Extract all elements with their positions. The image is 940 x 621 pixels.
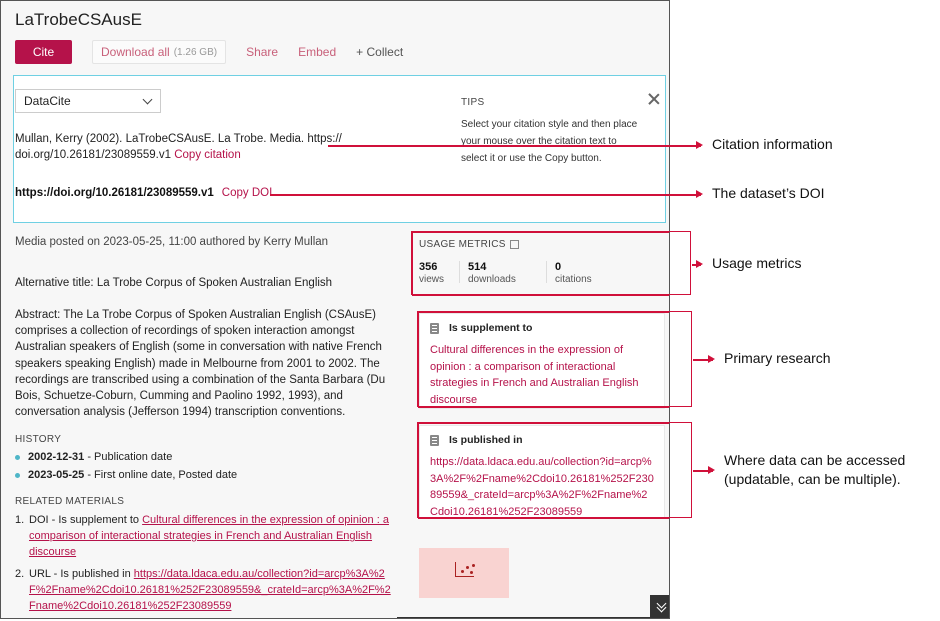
download-all-button[interactable]: Download all (1.26 GB): [92, 40, 227, 64]
related-number: 2.: [15, 568, 25, 580]
copy-citation-link[interactable]: Copy citation: [174, 149, 240, 161]
annotation-doi: The dataset’s DOI: [712, 185, 825, 201]
chevron-down-icon: [142, 94, 153, 105]
annotation-access-line1: Where data can be accessed: [724, 452, 906, 468]
history-label: - Publication date: [84, 451, 173, 463]
embed-link[interactable]: Embed: [298, 45, 336, 59]
annotation-primary: Primary research: [724, 350, 831, 366]
tips-heading: TIPS: [461, 97, 485, 108]
history-date: 2002-12-31: [28, 451, 85, 463]
bullet-icon: [15, 454, 20, 460]
annotation-usage: Usage metrics: [712, 255, 802, 271]
download-size: (1.26 GB): [173, 46, 218, 58]
dot-icon: [466, 566, 469, 569]
annotation-citation: Citation information: [712, 136, 833, 152]
annotation-access-line2: (updatable, can be multiple).: [724, 471, 901, 487]
doi-row: https://doi.org/10.26181/23089559.v1 Cop…: [15, 187, 272, 199]
page-title: LaTrobeCSAusE: [15, 10, 142, 29]
related-number: 1.: [15, 514, 25, 526]
alternative-title: Alternative title: La Trobe Corpus of Sp…: [15, 277, 333, 289]
arrow-icon: [693, 467, 715, 473]
abstract-text: Abstract: The La Trobe Corpus of Spoken …: [15, 309, 386, 419]
related-prefix: DOI - Is supplement to: [29, 514, 143, 526]
dot-icon: [470, 571, 473, 574]
posted-meta: Media posted on 2023-05-25, 11:00 author…: [15, 236, 329, 248]
scrollbar[interactable]: [397, 617, 651, 618]
citation-style-select[interactable]: DataCite: [15, 89, 161, 113]
screenshot-frame: LaTrobeCSAusE Cite Download all (1.26 GB…: [0, 0, 670, 619]
related-item: 2. URL - Is published in https://data.ld…: [15, 566, 395, 615]
arrow-icon: [693, 356, 715, 362]
arrow-icon: [270, 191, 703, 197]
bullet-icon: [15, 472, 20, 478]
share-link[interactable]: Share: [246, 45, 278, 59]
history-label: - First online date, Posted date: [84, 469, 238, 481]
tips-text: Select your citation style and then plac…: [461, 119, 638, 164]
highlight-metrics-box: [411, 231, 691, 295]
history-item: 2023-05-25 - First online date, Posted d…: [15, 469, 237, 481]
related-materials-heading: RELATED MATERIALS: [15, 496, 125, 507]
citation-style-value: DataCite: [24, 94, 71, 108]
dot-icon: [472, 564, 475, 567]
collect-link[interactable]: + Collect: [356, 45, 403, 59]
citation-text-block[interactable]: Mullan, Kerry (2002). LaTrobeCSAusE. La …: [15, 131, 345, 163]
related-prefix: URL - Is published in: [29, 568, 134, 580]
annotation-access: Where data can be accessed (updatable, c…: [724, 451, 905, 489]
download-label: Download all: [101, 45, 170, 59]
history-heading: HISTORY: [15, 434, 62, 445]
close-icon[interactable]: [648, 93, 660, 105]
scroll-down-button[interactable]: [650, 595, 669, 618]
toolbar: Cite Download all (1.26 GB) Share Embed …: [15, 40, 403, 64]
related-item: 1. DOI - Is supplement to Cultural diffe…: [15, 512, 395, 561]
arrow-icon: [692, 261, 703, 267]
doi-text[interactable]: https://doi.org/10.26181/23089559.v1: [15, 187, 214, 199]
history-item: 2002-12-31 - Publication date: [15, 451, 172, 463]
scatter-thumbnail[interactable]: [419, 548, 509, 598]
arrow-icon: [328, 142, 703, 148]
dot-icon: [461, 570, 464, 573]
history-date: 2023-05-25: [28, 469, 85, 481]
cite-button[interactable]: Cite: [15, 40, 72, 64]
highlight-supplement-box: [417, 311, 692, 407]
highlight-published-box: [417, 422, 692, 518]
copy-doi-link[interactable]: Copy DOI: [222, 187, 273, 199]
